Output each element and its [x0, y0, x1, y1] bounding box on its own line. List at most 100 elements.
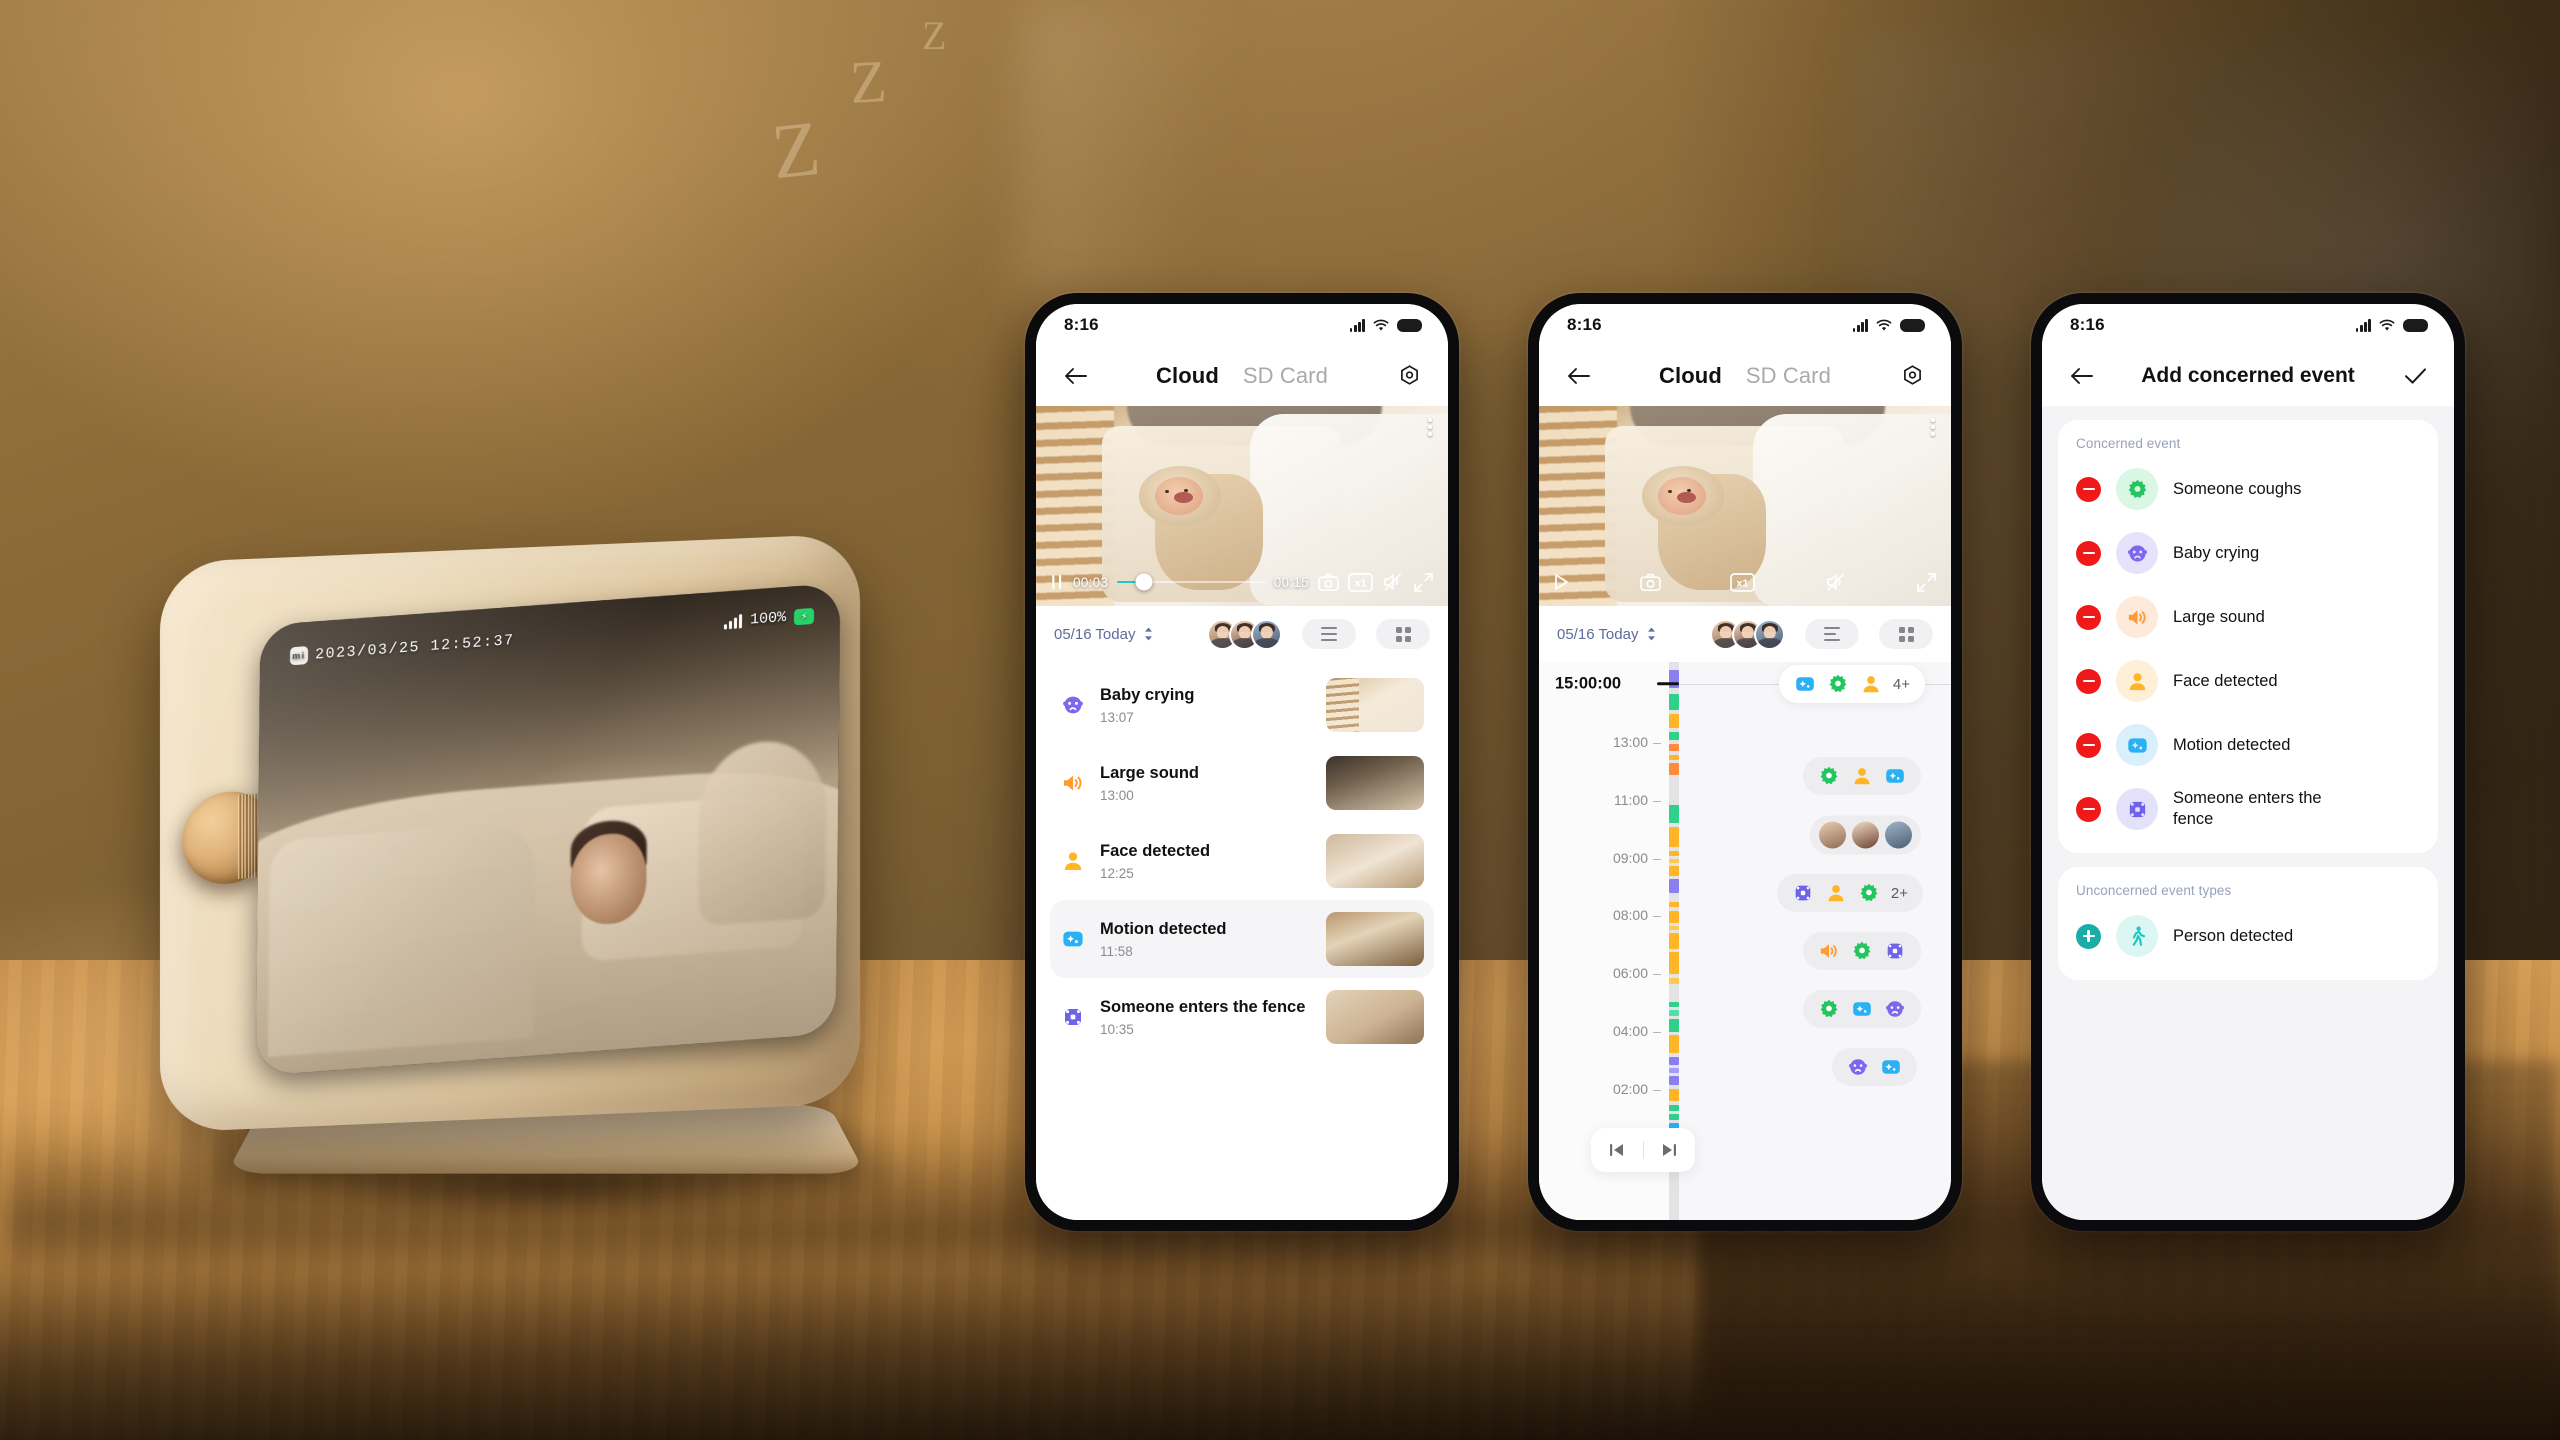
player-progress-slider[interactable] — [1117, 573, 1265, 591]
fence-enter-icon — [1887, 943, 1903, 959]
date-selector[interactable]: 05/16 Today — [1557, 626, 1658, 643]
list-item[interactable]: Person detected — [2076, 904, 2420, 968]
tab-sd-card[interactable]: SD Card — [1243, 363, 1328, 389]
chip-more-count: 4+ — [1892, 675, 1910, 693]
remove-button[interactable] — [2076, 604, 2101, 630]
timeline-event-chip[interactable]: 2+ — [1776, 874, 1923, 912]
signal-bars-icon — [1852, 318, 1868, 332]
list-item[interactable]: Motion detected — [2076, 713, 2420, 777]
play-icon[interactable] — [1553, 573, 1570, 591]
list-item[interactable]: Someone coughs — [2076, 457, 2420, 521]
list-view-icon[interactable] — [1302, 619, 1356, 649]
list-item[interactable]: Baby crying — [2076, 521, 2420, 585]
tab-sd-card[interactable]: SD Card — [1746, 363, 1831, 389]
timeline-event-chip[interactable] — [1832, 1048, 1917, 1086]
settings-hexagon-icon[interactable] — [1895, 359, 1929, 393]
fullscreen-icon[interactable] — [1916, 572, 1937, 593]
table-row[interactable]: Large sound 13:00 — [1050, 744, 1434, 822]
status-time: 8:16 — [1567, 315, 1602, 334]
large-sound-icon — [2116, 596, 2158, 638]
date-selector[interactable]: 05/16 Today — [1054, 626, 1155, 643]
phone-2-device: 8:16 Cloud SD Card x1 05/16 Today 15:00:… — [1528, 293, 1962, 1231]
remove-button[interactable] — [2076, 668, 2101, 694]
event-thumbnail[interactable] — [1326, 990, 1424, 1044]
table-row[interactable]: Someone enters the fence 10:35 — [1050, 978, 1434, 1056]
wall-highlight — [1020, 0, 1280, 300]
someone-coughs-icon — [1820, 999, 1838, 1018]
fence-enter-icon — [2116, 788, 2158, 830]
source-tabs: Cloud SD Card — [1609, 363, 1881, 389]
timeline-event-chip[interactable] — [1803, 990, 1921, 1028]
speaker-muted-icon[interactable] — [1825, 572, 1847, 592]
list-item[interactable]: Someone enters the fence — [2076, 777, 2420, 841]
timeline-event-chip[interactable]: 4+ — [1778, 665, 1925, 703]
event-title: Motion detected — [1100, 920, 1227, 939]
pause-icon[interactable] — [1050, 574, 1064, 590]
avatar — [1885, 821, 1912, 849]
list-item[interactable]: Large sound — [2076, 585, 2420, 649]
remove-button[interactable] — [2076, 540, 2101, 566]
event-thumbnail[interactable] — [1326, 834, 1424, 888]
motion-detected-icon — [1886, 769, 1904, 783]
chevron-updown-icon — [1142, 626, 1155, 642]
phone-2-notch — [1685, 293, 1805, 301]
remove-button[interactable] — [2076, 476, 2101, 502]
back-arrow-icon[interactable] — [2064, 359, 2098, 393]
grid-view-icon[interactable] — [1879, 619, 1933, 649]
list-item[interactable]: Face detected — [2076, 649, 2420, 713]
event-time: 10:35 — [1100, 1021, 1134, 1037]
more-vertical-icon[interactable] — [1931, 418, 1935, 436]
face-avatars[interactable] — [1207, 618, 1282, 650]
remove-button[interactable] — [2076, 732, 2101, 758]
status-icons — [2355, 318, 2428, 332]
phone-1-app-bar: Cloud SD Card — [1036, 346, 1448, 406]
tab-cloud[interactable]: Cloud — [1659, 363, 1722, 389]
event-title: Face detected — [1100, 842, 1211, 861]
event-thumbnail[interactable] — [1326, 912, 1424, 966]
event-name: Baby crying — [2173, 543, 2260, 562]
back-arrow-icon[interactable] — [1058, 359, 1092, 393]
table-row[interactable]: Face detected 12:25 — [1050, 822, 1434, 900]
chevron-updown-icon — [1645, 626, 1658, 642]
event-thumbnail[interactable] — [1326, 756, 1424, 810]
face-avatars[interactable] — [1710, 618, 1785, 650]
table-row[interactable]: Motion detected 11:58 — [1050, 900, 1434, 978]
osd-battery-text: 100% — [749, 608, 787, 629]
baby-crying-icon — [1886, 1001, 1904, 1017]
wifi-icon — [2379, 319, 2395, 332]
phone-3-content: Concerned event Someone coughs Baby cryi… — [2042, 406, 2454, 1220]
person-detected-icon — [2116, 915, 2158, 957]
timeline-event-chip[interactable] — [1803, 757, 1921, 795]
tab-cloud[interactable]: Cloud — [1156, 363, 1219, 389]
avatar — [1251, 618, 1282, 650]
signal-bars-icon — [723, 613, 743, 629]
phone-2-video-player[interactable]: x1 — [1539, 406, 1951, 606]
timeline-face-chip[interactable] — [1810, 815, 1921, 855]
playback-speed-button[interactable]: x1 — [1348, 572, 1373, 592]
check-icon[interactable] — [2398, 359, 2432, 393]
playback-speed-button[interactable]: x1 — [1730, 572, 1755, 592]
timeline-event-chip[interactable] — [1803, 932, 1921, 970]
svg-text:x1: x1 — [1355, 577, 1367, 589]
remove-button[interactable] — [2076, 796, 2101, 822]
device-screen[interactable]: mi 2023/03/25 12:52:37 100% ⚡ — [255, 582, 841, 1076]
event-thumbnail[interactable] — [1326, 678, 1424, 732]
skip-next-icon[interactable] — [1644, 1142, 1696, 1158]
table-row[interactable]: Baby crying 13:07 — [1050, 666, 1434, 744]
phone-2-timeline[interactable]: 15:00:00 13:00 11:00 09:00 08:00 06:00 0… — [1539, 662, 1951, 1220]
skip-previous-icon[interactable] — [1591, 1142, 1643, 1158]
fullscreen-icon[interactable] — [1413, 572, 1434, 593]
grid-view-icon[interactable] — [1376, 619, 1430, 649]
camera-icon[interactable] — [1639, 573, 1661, 592]
camera-icon[interactable] — [1318, 573, 1339, 592]
status-icons — [1349, 318, 1422, 332]
more-vertical-icon[interactable] — [1428, 418, 1432, 436]
list-view-icon[interactable] — [1805, 619, 1859, 649]
speaker-muted-icon[interactable] — [1382, 572, 1404, 592]
svg-text:x1: x1 — [1737, 577, 1749, 589]
avatar — [1819, 821, 1846, 849]
settings-hexagon-icon[interactable] — [1392, 359, 1426, 393]
add-button[interactable] — [2076, 923, 2101, 949]
back-arrow-icon[interactable] — [1561, 359, 1595, 393]
phone-1-video-player[interactable]: 00:03 00:15 x1 — [1036, 406, 1448, 606]
